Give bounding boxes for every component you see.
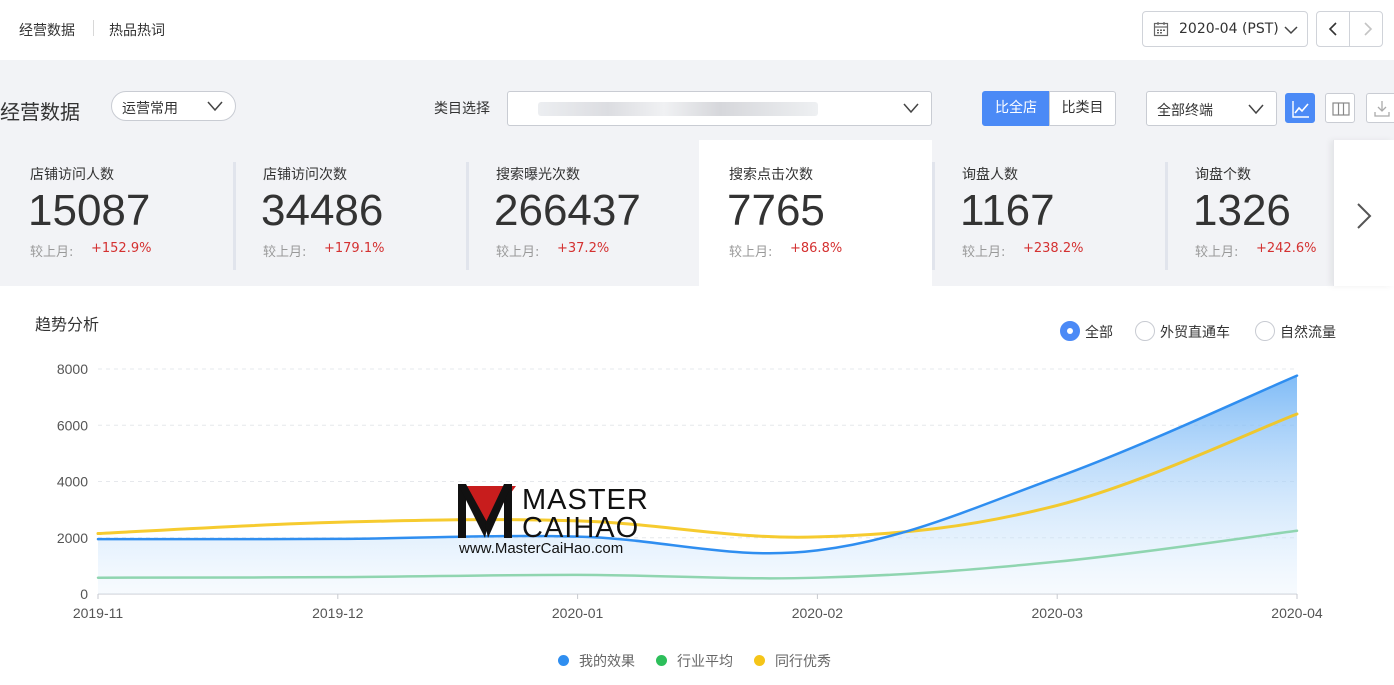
metric-compare-label: 较上月: (263, 245, 307, 260)
metric-compare-label: 较上月: (30, 245, 74, 260)
chevron-down-icon (207, 100, 223, 116)
radio-circle (1255, 321, 1275, 341)
metric-card[interactable]: 店铺访问人数 15087 较上月: +152.9% (0, 140, 233, 286)
y-tick-label: 2000 (57, 530, 88, 546)
columns-icon (1332, 102, 1350, 116)
x-tick-label: 2020-01 (552, 605, 604, 621)
tab-business-data[interactable]: 经营数据 (19, 20, 75, 40)
metric-value: 1326 (1193, 186, 1291, 235)
line-chart-icon (1292, 101, 1309, 118)
metric-card[interactable]: 店铺访问次数 34486 较上月: +179.1% (233, 140, 466, 286)
column-view-button[interactable] (1325, 93, 1355, 123)
legend-label: 同行优秀 (775, 654, 831, 670)
legend-dot (558, 655, 569, 666)
series-area-my-effect (98, 375, 1297, 594)
preset-dropdown[interactable]: 运营常用 (111, 91, 236, 121)
metric-label: 询盘个数 (1195, 167, 1251, 183)
watermark-url: www.MasterCaiHao.com (459, 540, 624, 557)
metric-change: +86.8% (790, 241, 843, 256)
chevron-down-icon (1283, 22, 1299, 42)
x-tick-label: 2020-04 (1271, 605, 1323, 621)
next-month-button[interactable] (1349, 11, 1383, 47)
metric-compare-label: 较上月: (729, 245, 773, 260)
tab-divider (93, 20, 94, 36)
metric-change: +37.2% (557, 241, 610, 256)
preset-dropdown-label: 运营常用 (122, 101, 178, 117)
radio-label: 全部 (1085, 325, 1113, 341)
y-tick-label: 8000 (57, 361, 88, 377)
chevron-down-icon (1248, 103, 1264, 119)
metric-change: +179.1% (324, 241, 385, 256)
x-tick-label: 2019-11 (73, 605, 124, 621)
tab-hot-words[interactable]: 热品热词 (109, 20, 165, 40)
compare-all-store-button[interactable]: 比全店 (982, 91, 1050, 126)
chevron-down-icon (903, 102, 919, 118)
chevron-left-icon (1328, 22, 1337, 36)
y-tick-label: 0 (80, 586, 88, 602)
chevron-right-icon (1364, 22, 1373, 36)
card-divider (1165, 162, 1168, 270)
top-bar: 经营数据 热品热词 2020-04 (PST) (0, 0, 1394, 60)
y-tick-label: 4000 (57, 474, 88, 490)
legend-label: 行业平均 (677, 654, 733, 670)
compare-category-button[interactable]: 比类目 (1049, 91, 1116, 126)
metric-card[interactable]: 询盘人数 1167 较上月: +238.2% (932, 140, 1165, 286)
metric-label: 搜索曝光次数 (496, 167, 580, 183)
metric-label: 搜索点击次数 (729, 167, 813, 183)
terminal-dropdown[interactable]: 全部终端 (1146, 91, 1277, 126)
metric-value: 1167 (960, 186, 1055, 235)
section-title: 经营数据 (0, 100, 80, 124)
radio-label: 外贸直通车 (1160, 325, 1230, 341)
metric-compare-label: 较上月: (962, 245, 1006, 260)
category-select[interactable] (507, 91, 932, 126)
metric-value: 7765 (727, 186, 825, 235)
metric-card[interactable]: 搜索曝光次数 266437 较上月: +37.2% (466, 140, 699, 286)
radio-circle (1060, 321, 1080, 341)
card-divider (233, 162, 236, 270)
legend-dot (656, 655, 667, 666)
category-label: 类目选择 (434, 101, 490, 117)
legend-dot (754, 655, 765, 666)
metric-card-active[interactable]: 搜索点击次数 7765 较上月: +86.8% (699, 140, 932, 286)
date-value: 2020-04 (PST) (1179, 21, 1279, 37)
radio-circle (1135, 321, 1155, 341)
metric-compare-label: 较上月: (496, 245, 540, 260)
trend-chart: 0 2000 4000 6000 8000 2019-11 2019-12 2020-01 20… (57, 361, 1323, 621)
radio-label: 自然流量 (1280, 325, 1336, 341)
metric-label: 询盘人数 (962, 167, 1018, 183)
chevron-right-icon (1357, 203, 1372, 229)
trend-title: 趋势分析 (35, 315, 100, 334)
watermark: MASTER CAIHAO www.MasterCaiHao.com (458, 484, 658, 560)
date-picker[interactable]: 2020-04 (PST) (1142, 11, 1308, 47)
x-tick-label: 2020-03 (1032, 605, 1084, 621)
next-metrics-button[interactable] (1333, 140, 1394, 286)
terminal-dropdown-label: 全部终端 (1157, 103, 1213, 119)
legend-label: 我的效果 (579, 654, 635, 670)
metric-card[interactable]: 询盘个数 1326 较上月: +242.6% (1165, 140, 1333, 286)
prev-month-button[interactable] (1316, 11, 1350, 47)
card-divider (932, 162, 935, 270)
metric-value: 266437 (494, 186, 641, 235)
line-chart-view-button[interactable] (1285, 93, 1315, 123)
download-icon (1374, 101, 1390, 117)
metric-value: 15087 (28, 186, 151, 235)
card-divider (466, 162, 469, 270)
metric-compare-label: 较上月: (1195, 245, 1239, 260)
blurred-category-value (538, 102, 818, 116)
x-tick-label: 2020-02 (792, 605, 844, 621)
watermark-logo (458, 484, 516, 538)
metric-change: +152.9% (91, 241, 152, 256)
metric-label: 店铺访问人数 (30, 167, 114, 183)
metric-change: +242.6% (1256, 241, 1317, 256)
calendar-icon (1153, 21, 1169, 41)
y-tick-label: 6000 (57, 417, 88, 433)
metric-change: +238.2% (1023, 241, 1084, 256)
metric-value: 34486 (261, 186, 384, 235)
x-tick-label: 2019-12 (312, 605, 364, 621)
metric-label: 店铺访问次数 (263, 167, 347, 183)
download-button[interactable] (1366, 93, 1394, 123)
